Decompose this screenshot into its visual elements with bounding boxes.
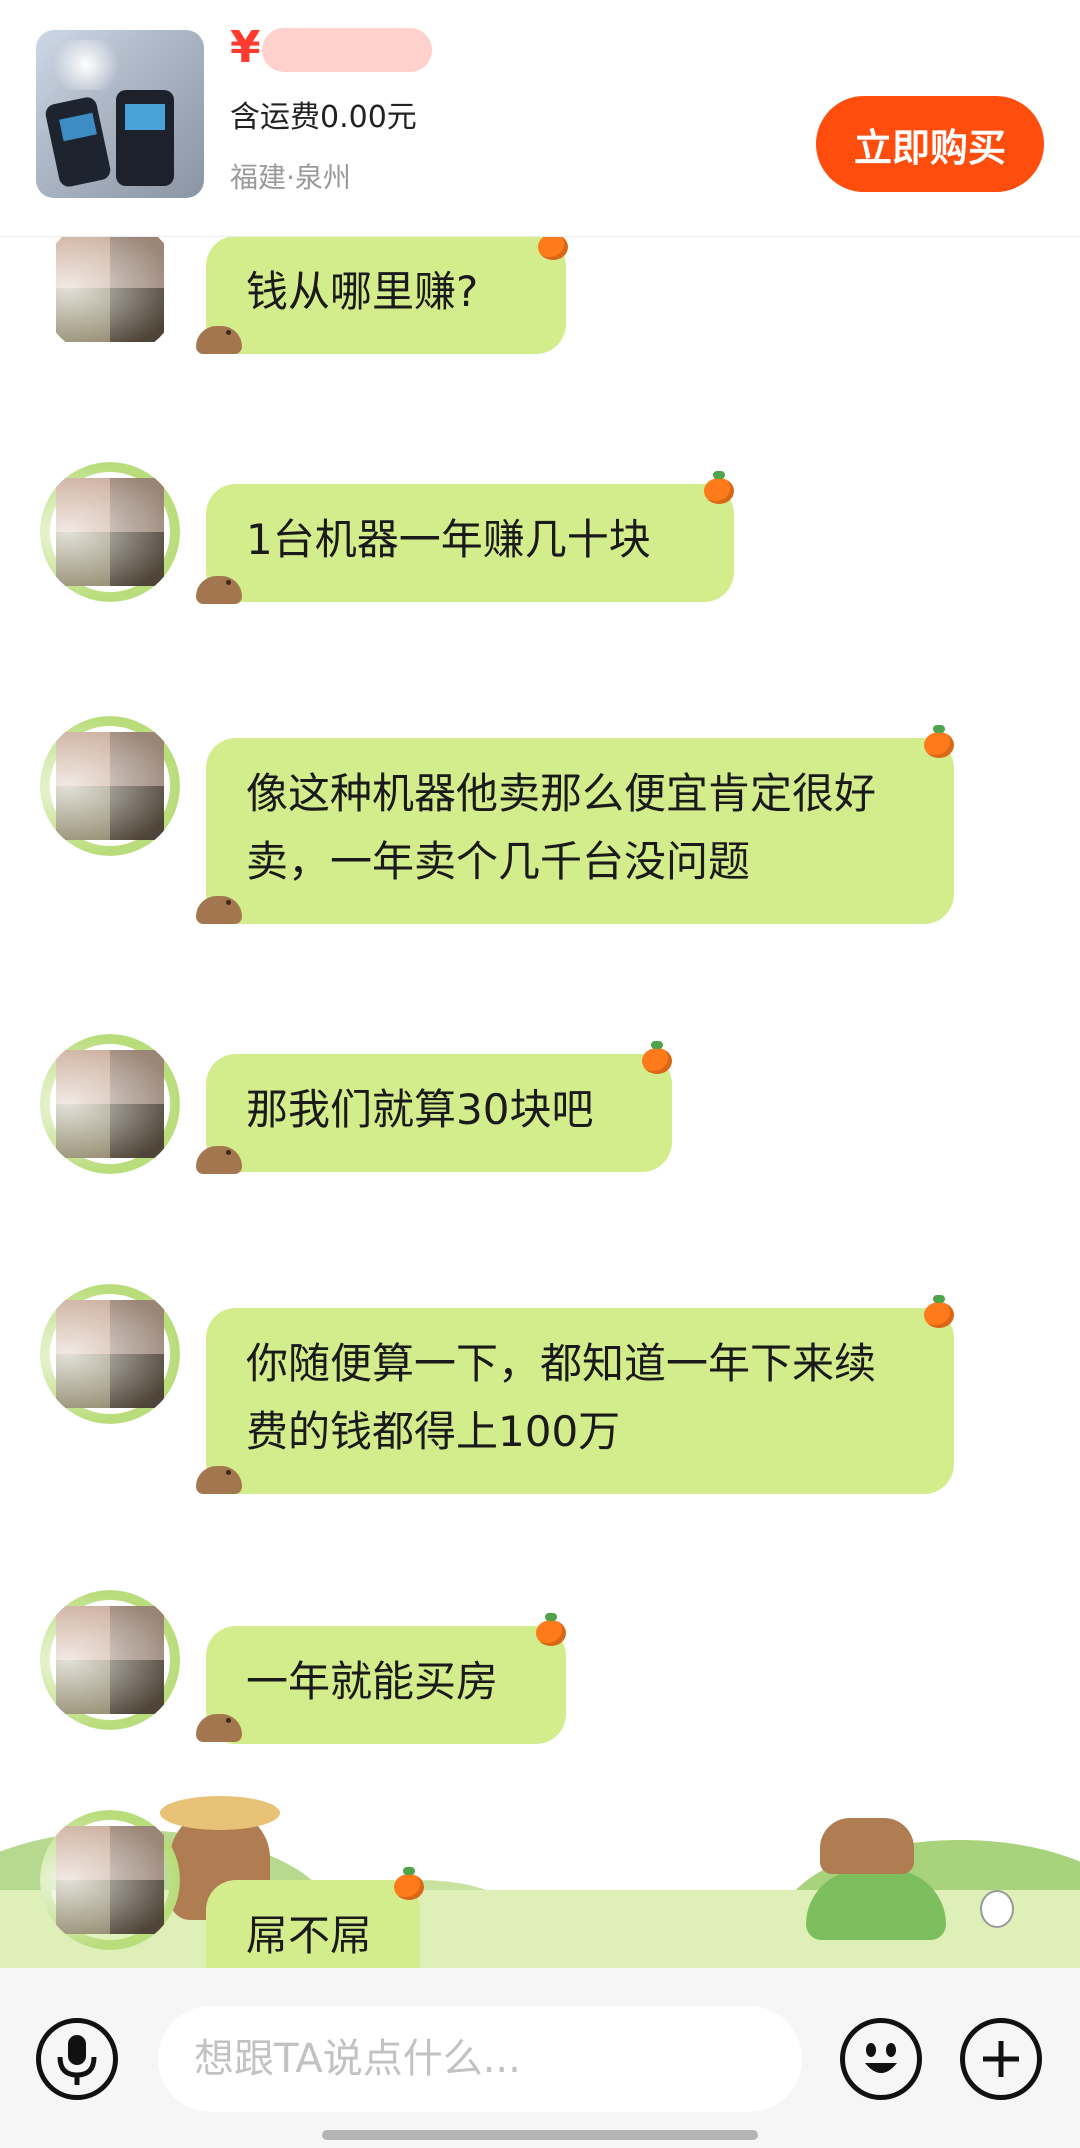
- avatar[interactable]: [40, 1810, 180, 1950]
- pumpkin-icon: [394, 1867, 424, 1900]
- message-bubble: 钱从哪里赚?: [206, 236, 566, 354]
- message-text: 一年就能买房: [246, 1657, 499, 1706]
- capybara-icon: [196, 896, 242, 924]
- message-text: 像这种机器他卖那么便宜肯定很好卖，一年卖个几千台没问题: [246, 769, 877, 886]
- product-price: ¥: [230, 22, 261, 73]
- avatar[interactable]: [40, 462, 180, 602]
- message-bubble: 那我们就算30块吧: [206, 1054, 672, 1172]
- microphone-icon[interactable]: [36, 2018, 118, 2100]
- message-text: 那我们就算30块吧: [246, 1085, 594, 1134]
- product-thumbnail[interactable]: [36, 30, 204, 198]
- message-text: 你随便算一下，都知道一年下来续费的钱都得上100万: [246, 1339, 877, 1456]
- buy-now-button[interactable]: 立即购买: [816, 96, 1044, 192]
- capybara-icon: [196, 326, 242, 354]
- message-bubble: 一年就能买房: [206, 1626, 566, 1744]
- seller-location: 福建·泉州: [230, 161, 351, 194]
- message-bubble: 1台机器一年赚几十块: [206, 484, 734, 602]
- pumpkin-icon: [536, 1613, 566, 1646]
- message-text: 屌不屌: [246, 1911, 373, 1960]
- avatar[interactable]: [40, 218, 180, 358]
- capybara-icon: [820, 1818, 914, 1874]
- message-input-bar: [0, 1968, 1080, 2148]
- turtle-icon: [806, 1870, 946, 1940]
- capybara-icon: [196, 576, 242, 604]
- message-text: 1台机器一年赚几十块: [246, 515, 651, 564]
- pumpkin-icon: [924, 725, 954, 758]
- pumpkin-icon: [704, 471, 734, 504]
- home-indicator: [322, 2130, 758, 2140]
- pumpkin-icon: [538, 227, 568, 260]
- avatar[interactable]: [40, 1284, 180, 1424]
- capybara-icon: [196, 1714, 242, 1742]
- pumpkin-icon: [642, 1041, 672, 1074]
- capybara-icon: [196, 1146, 242, 1174]
- avatar[interactable]: [40, 1034, 180, 1174]
- avatar[interactable]: [40, 716, 180, 856]
- message-bubble: 你随便算一下，都知道一年下来续费的钱都得上100万: [206, 1308, 954, 1494]
- shipping-fee: 含运费0.00元: [230, 100, 417, 135]
- emoji-icon[interactable]: [840, 2018, 922, 2100]
- avatar[interactable]: [40, 1590, 180, 1730]
- capybara-icon: [196, 1466, 242, 1494]
- message-bubble: 像这种机器他卖那么便宜肯定很好卖，一年卖个几千台没问题: [206, 738, 954, 924]
- message-input[interactable]: [158, 2006, 802, 2112]
- plus-icon[interactable]: [960, 2018, 1042, 2100]
- message-text: 钱从哪里赚?: [246, 267, 479, 316]
- price-redaction: [262, 28, 432, 72]
- bird-icon: [980, 1890, 1014, 1928]
- product-bar: ¥ 含运费0.00元 福建·泉州 立即购买: [0, 0, 1080, 237]
- pumpkin-icon: [924, 1295, 954, 1328]
